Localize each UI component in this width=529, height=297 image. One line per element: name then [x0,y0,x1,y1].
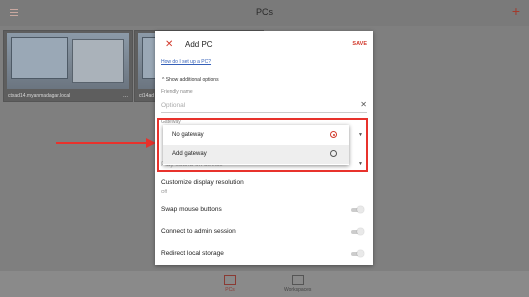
nav-pcs[interactable]: PCs [224,275,236,293]
save-button[interactable]: SAVE [352,41,367,47]
pc-thumbnail [7,33,129,89]
redirect-storage-toggle[interactable] [351,250,364,257]
show-additional-label: Show additional options [165,77,219,83]
pc-tile[interactable]: ctxad14.myanmadagar.local ... [3,30,133,102]
swap-mouse-toggle[interactable] [351,206,364,213]
app-title: PCs [255,7,273,17]
resolution-value: Off [161,189,167,194]
redirect-storage-label: Redirect local storage [161,250,224,257]
annotation-highlight-box [157,118,368,172]
bottom-nav: PCs Workspaces [0,271,529,297]
swap-mouse-label: Swap mouse buttons [161,206,222,213]
workspaces-icon [291,275,304,285]
add-icon[interactable]: + [512,4,520,18]
dialog-title: Add PC [185,40,213,49]
setup-help-link[interactable]: How do I set up a PC? [161,59,211,65]
admin-session-label: Connect to admin session [161,228,236,235]
friendly-name-label: Friendly name [161,89,193,95]
pcs-icon [224,275,236,285]
app-bar: PCs + [0,0,529,26]
nav-pcs-label: PCs [225,287,235,293]
nav-workspaces-label: Workspaces [284,287,312,293]
chevron-up-icon: ^ [162,77,165,83]
clear-icon[interactable]: ✕ [360,100,367,109]
friendly-name-input[interactable]: Optional [161,102,367,113]
admin-session-toggle[interactable] [351,228,364,235]
more-options-icon[interactable]: ... [123,93,128,99]
show-additional-options[interactable]: ^ Show additional options [162,77,219,83]
resolution-label[interactable]: Customize display resolution [161,179,244,186]
annotation-arrow [56,142,148,144]
close-icon[interactable]: ✕ [165,39,173,50]
pc-name: ctxad14.myanmadagar.local [8,93,71,99]
nav-workspaces[interactable]: Workspaces [284,275,311,293]
